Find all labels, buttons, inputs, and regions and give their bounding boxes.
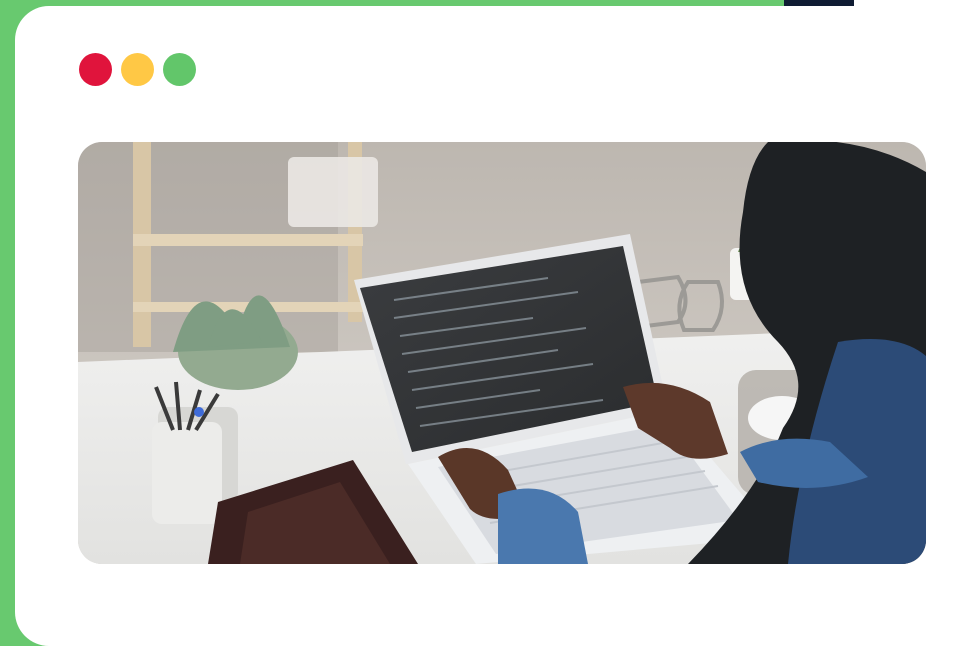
minimize-dot[interactable] [121,53,154,86]
maximize-dot[interactable] [163,53,196,86]
window-controls [79,53,196,86]
browser-window-card [15,6,969,646]
developer-at-laptop-image [78,142,926,564]
photo-illustration [78,142,926,564]
close-dot[interactable] [79,53,112,86]
